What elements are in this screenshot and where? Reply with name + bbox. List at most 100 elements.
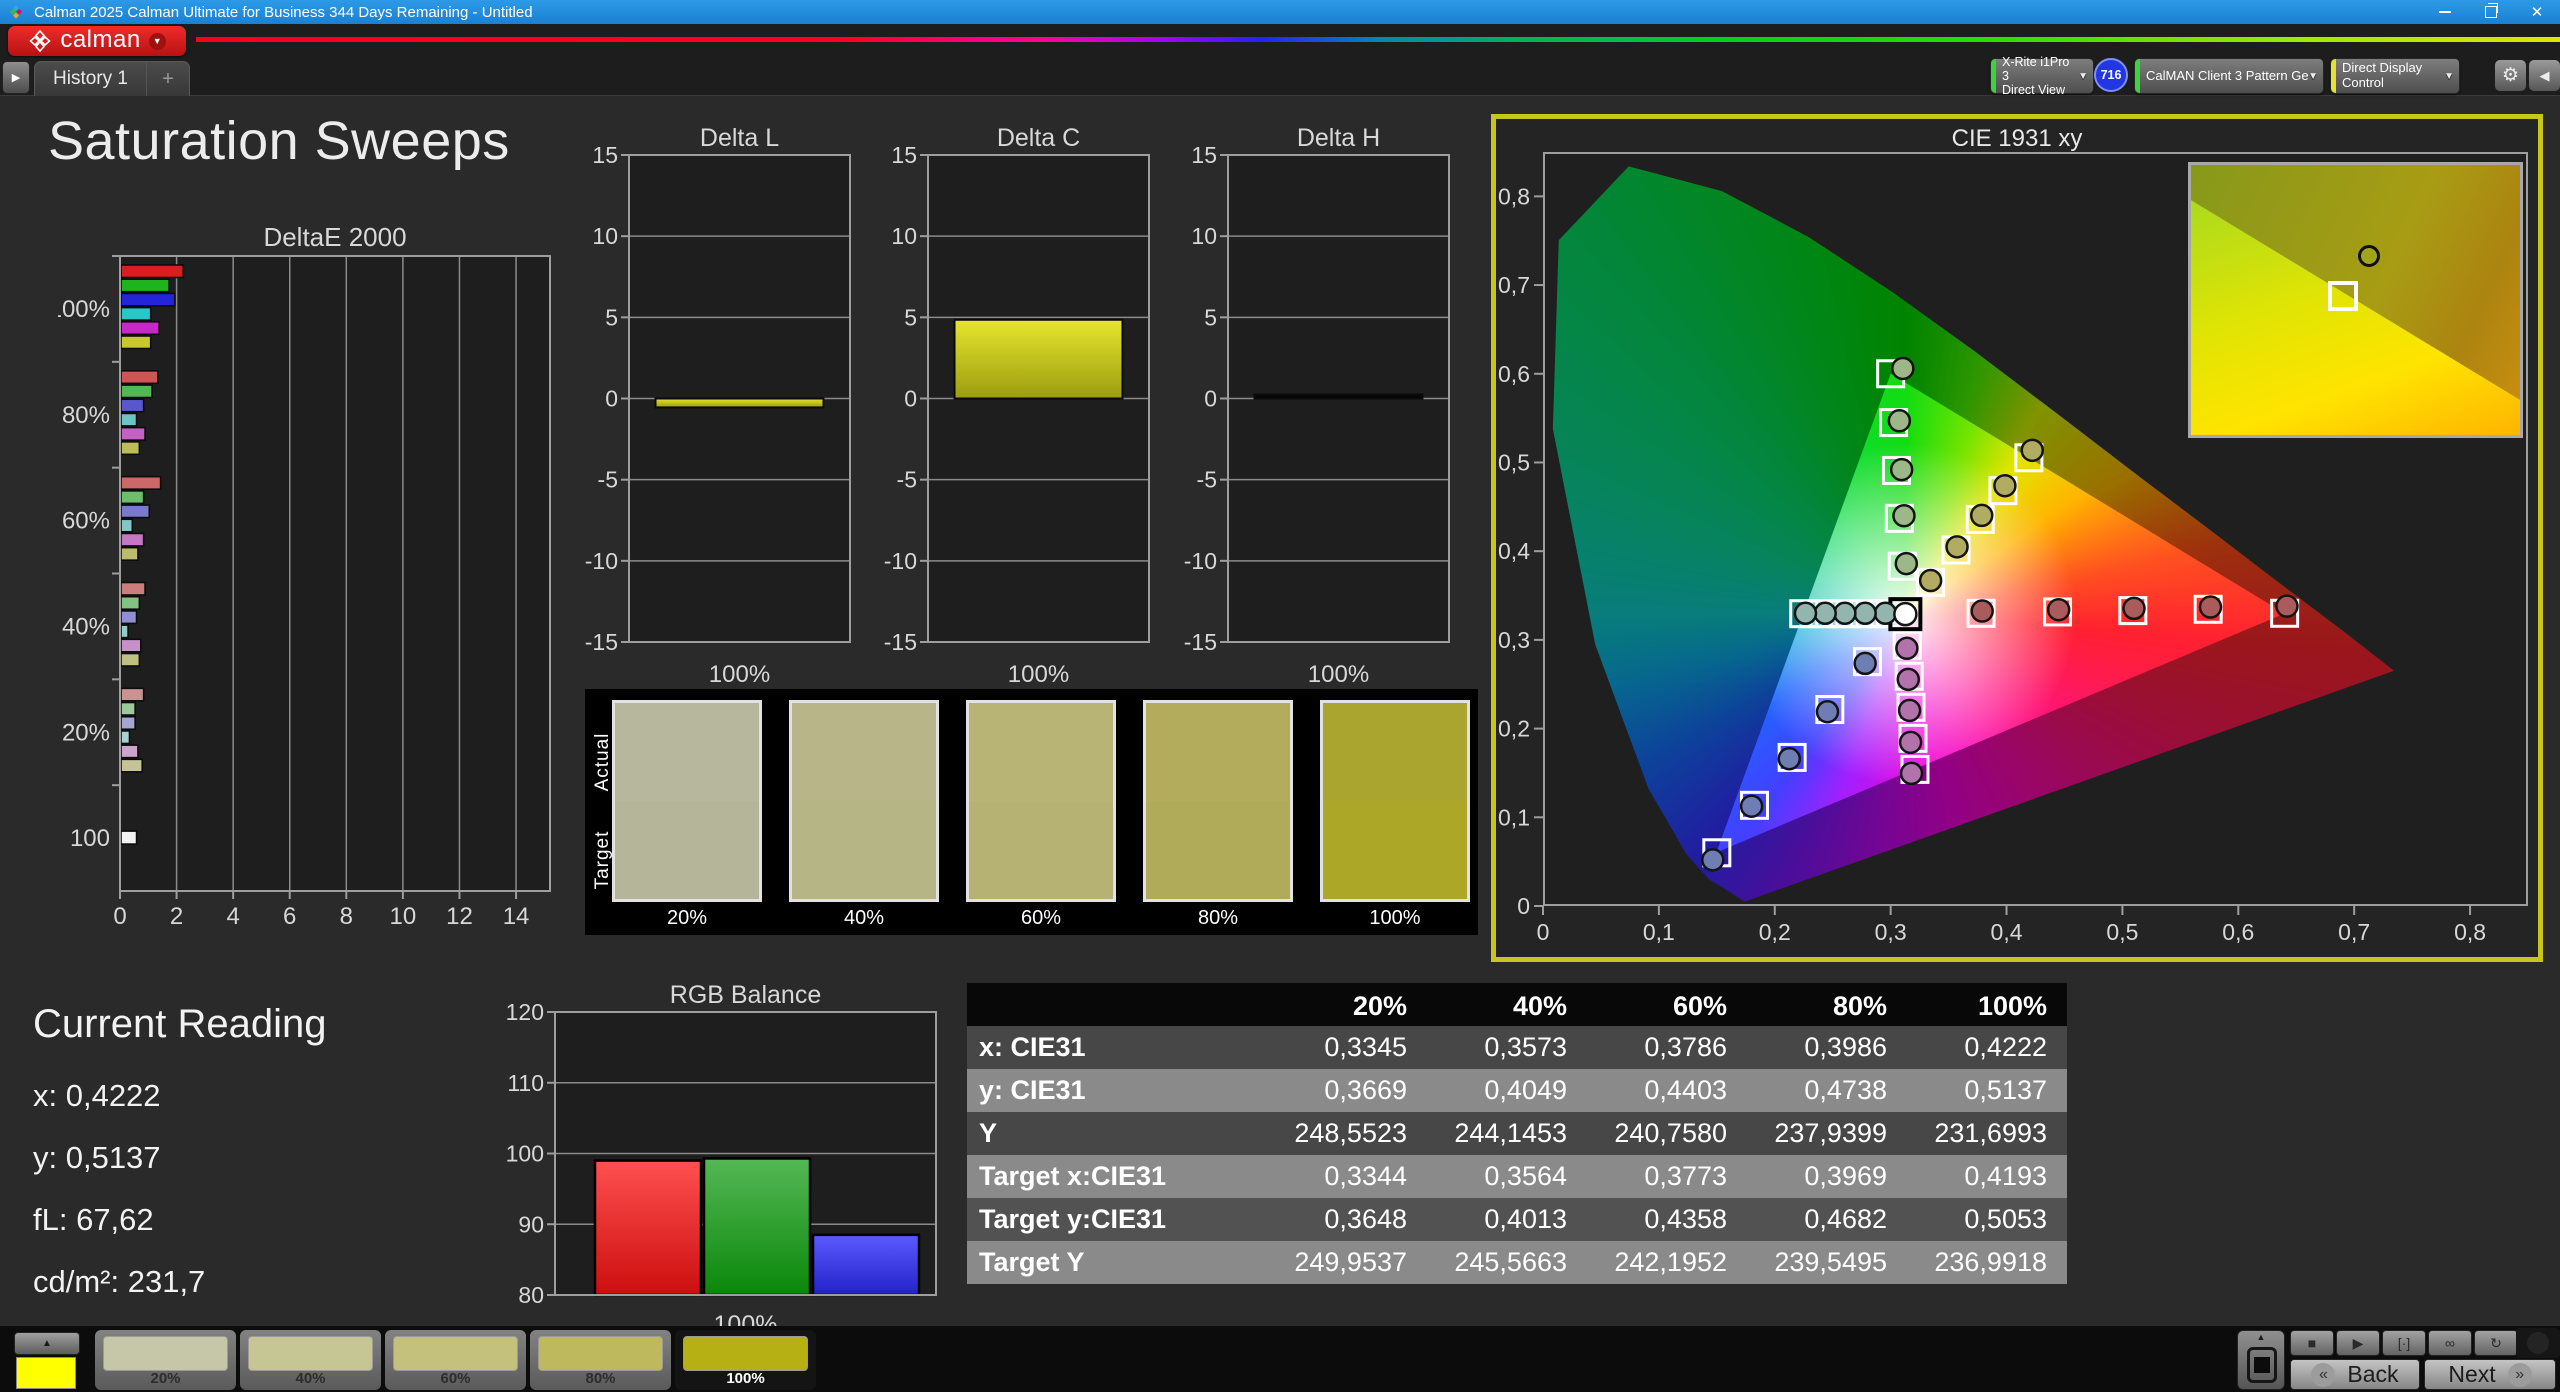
deltae-bar [121,688,144,701]
svg-text:0,3: 0,3 [1498,627,1530,653]
pattern-swatch-button-80%[interactable]: 80% [530,1330,671,1390]
meter-count-badge[interactable]: 716 [2094,58,2128,92]
single-measure-icon[interactable]: [·] [2382,1330,2426,1356]
svg-text:0: 0 [904,386,917,412]
loop-icon[interactable]: ↻ [2474,1330,2518,1356]
svg-text:0,1: 0,1 [1643,919,1675,945]
display-control-dropdown[interactable]: Direct Display Control ▼ [2330,58,2460,94]
deltae-bar [121,385,152,398]
chevron-down-icon: ▼ [2444,71,2454,82]
deltae-bar [121,519,132,532]
table-cell: 0,4738 [1747,1069,1907,1112]
cie-actual-circle-yellow [1947,536,1968,557]
cie-actual-circle-magenta [1900,732,1921,753]
stop-pattern-button[interactable]: ▲ [2237,1330,2285,1390]
deltae-bar [121,505,149,517]
table-cell: 0,4193 [1907,1155,2067,1198]
cie-actual-circle-blue [1855,653,1876,674]
cie-actual-circle-red [2124,598,2145,619]
table-cell: 0,4682 [1747,1198,1907,1241]
pattern-swatch-button-100%[interactable]: 100% [675,1330,816,1390]
add-tab-button[interactable]: + [146,62,189,96]
cie-actual-circle-yellow [1971,505,1992,526]
cie-whitepoint-circle [1894,603,1916,625]
table-row-label: x: CIE31 [967,1026,1267,1069]
restore-icon[interactable] [2468,0,2514,24]
back-button[interactable]: « Back [2290,1359,2420,1390]
svg-text:12: 12 [446,903,473,930]
svg-text:100%: 100% [1308,661,1369,688]
pattern-swatch-button-60%[interactable]: 60% [385,1330,526,1390]
rgb-bar-red [595,1161,701,1295]
svg-text:15: 15 [592,142,618,168]
compare-swatch-20% [612,700,762,902]
table-cell: 0,4049 [1427,1069,1587,1112]
table-cell: 0,3648 [1267,1198,1427,1241]
display-control-label: Direct Display Control [2336,61,2444,90]
calman-menu-button[interactable]: calman ▼ [8,26,186,56]
svg-text:0: 0 [113,903,126,930]
cie-zoom-inset [2188,162,2523,438]
title-bar: Calman 2025 Calman Ultimate for Business… [0,0,2560,24]
pattern-generator-dropdown[interactable]: CalMAN Client 3 Pattern Generator ▼ [2134,58,2324,94]
meter-label: X-Rite i1Pro 3 Direct View [1996,55,2078,97]
minimize-icon[interactable] [2422,0,2468,24]
svg-text:-15: -15 [1184,629,1217,655]
svg-text:10: 10 [390,903,417,930]
pattern-swatch-label: 100% [675,1370,816,1387]
svg-text:2: 2 [170,903,183,930]
deltae2000-chart: DeltaE 200002468101214100%80%60%40%20%10… [58,226,568,938]
table-header: 40% [1427,983,1587,1029]
next-arrow-icon: » [2508,1363,2532,1387]
table-header: 80% [1747,983,1907,1029]
chevron-down-icon: ▼ [149,33,166,50]
chevron-down-icon: ▼ [2308,71,2318,82]
collapse-panel-icon[interactable]: ◀ [2528,59,2560,92]
next-button[interactable]: Next » [2424,1359,2556,1390]
pattern-swatch-color [393,1336,518,1371]
svg-text:10: 10 [592,223,618,249]
compare-swatch-60% [966,700,1116,902]
pattern-swatch-button-20%[interactable]: 20% [95,1330,236,1390]
play-icon[interactable]: ▶ [2336,1330,2380,1356]
table-cell: 0,3344 [1267,1155,1427,1198]
cie-actual-circle-magenta [1896,638,1917,659]
cie-actual-circle-blue [1741,796,1762,817]
meter-dropdown[interactable]: X-Rite i1Pro 3 Direct View ▼ [1990,58,2094,94]
delta-bar [656,399,824,408]
cie-actual-circle-cyan [1855,603,1876,624]
pattern-collapse-button[interactable]: ▲ [14,1332,80,1355]
cie-actual-circle-green [1896,553,1917,574]
delta-bar [1255,395,1423,399]
deltae-group-label: 20% [62,719,110,746]
delta-l-chart: Delta L151050-5-10-15100% [575,128,860,688]
deltae-bar [121,611,137,624]
gear-icon[interactable]: ⚙ [2494,59,2527,92]
tab-history-1[interactable]: History 1 [35,62,146,96]
close-icon[interactable]: ✕ [2514,0,2560,24]
deltae-bar [121,336,151,349]
svg-text:0: 0 [1537,919,1550,945]
chart-title: DeltaE 2000 [263,226,406,252]
deltae-bar [121,399,144,412]
stop-icon[interactable]: ■ [2290,1330,2334,1356]
continuous-measure-icon[interactable]: ∞ [2428,1330,2472,1356]
stop-frame-icon [2247,1347,2277,1383]
table-cell: 240,7580 [1587,1112,1747,1155]
pattern-generator-label: CalMAN Client 3 Pattern Generator [2140,69,2308,84]
compare-swatch-label: 20% [612,907,762,930]
compare-swatch-label: 60% [966,907,1116,930]
svg-text:0,2: 0,2 [1759,919,1791,945]
svg-text:10: 10 [891,223,917,249]
svg-text:-15: -15 [884,629,917,655]
tab-scroll-button[interactable]: ▶ [2,61,30,94]
table-cell: 236,9918 [1907,1241,2067,1284]
pattern-swatch-button-40%[interactable]: 40% [240,1330,381,1390]
chart-title: RGB Balance [670,985,821,1009]
deltae-bar [121,428,145,441]
deltae-bar [121,625,128,638]
cie-actual-circle-yellow [1920,570,1941,591]
pattern-color-indicator[interactable] [16,1357,76,1389]
cie-actual-circle-yellow [2022,440,2043,461]
cie-plot-area [1543,152,2528,906]
